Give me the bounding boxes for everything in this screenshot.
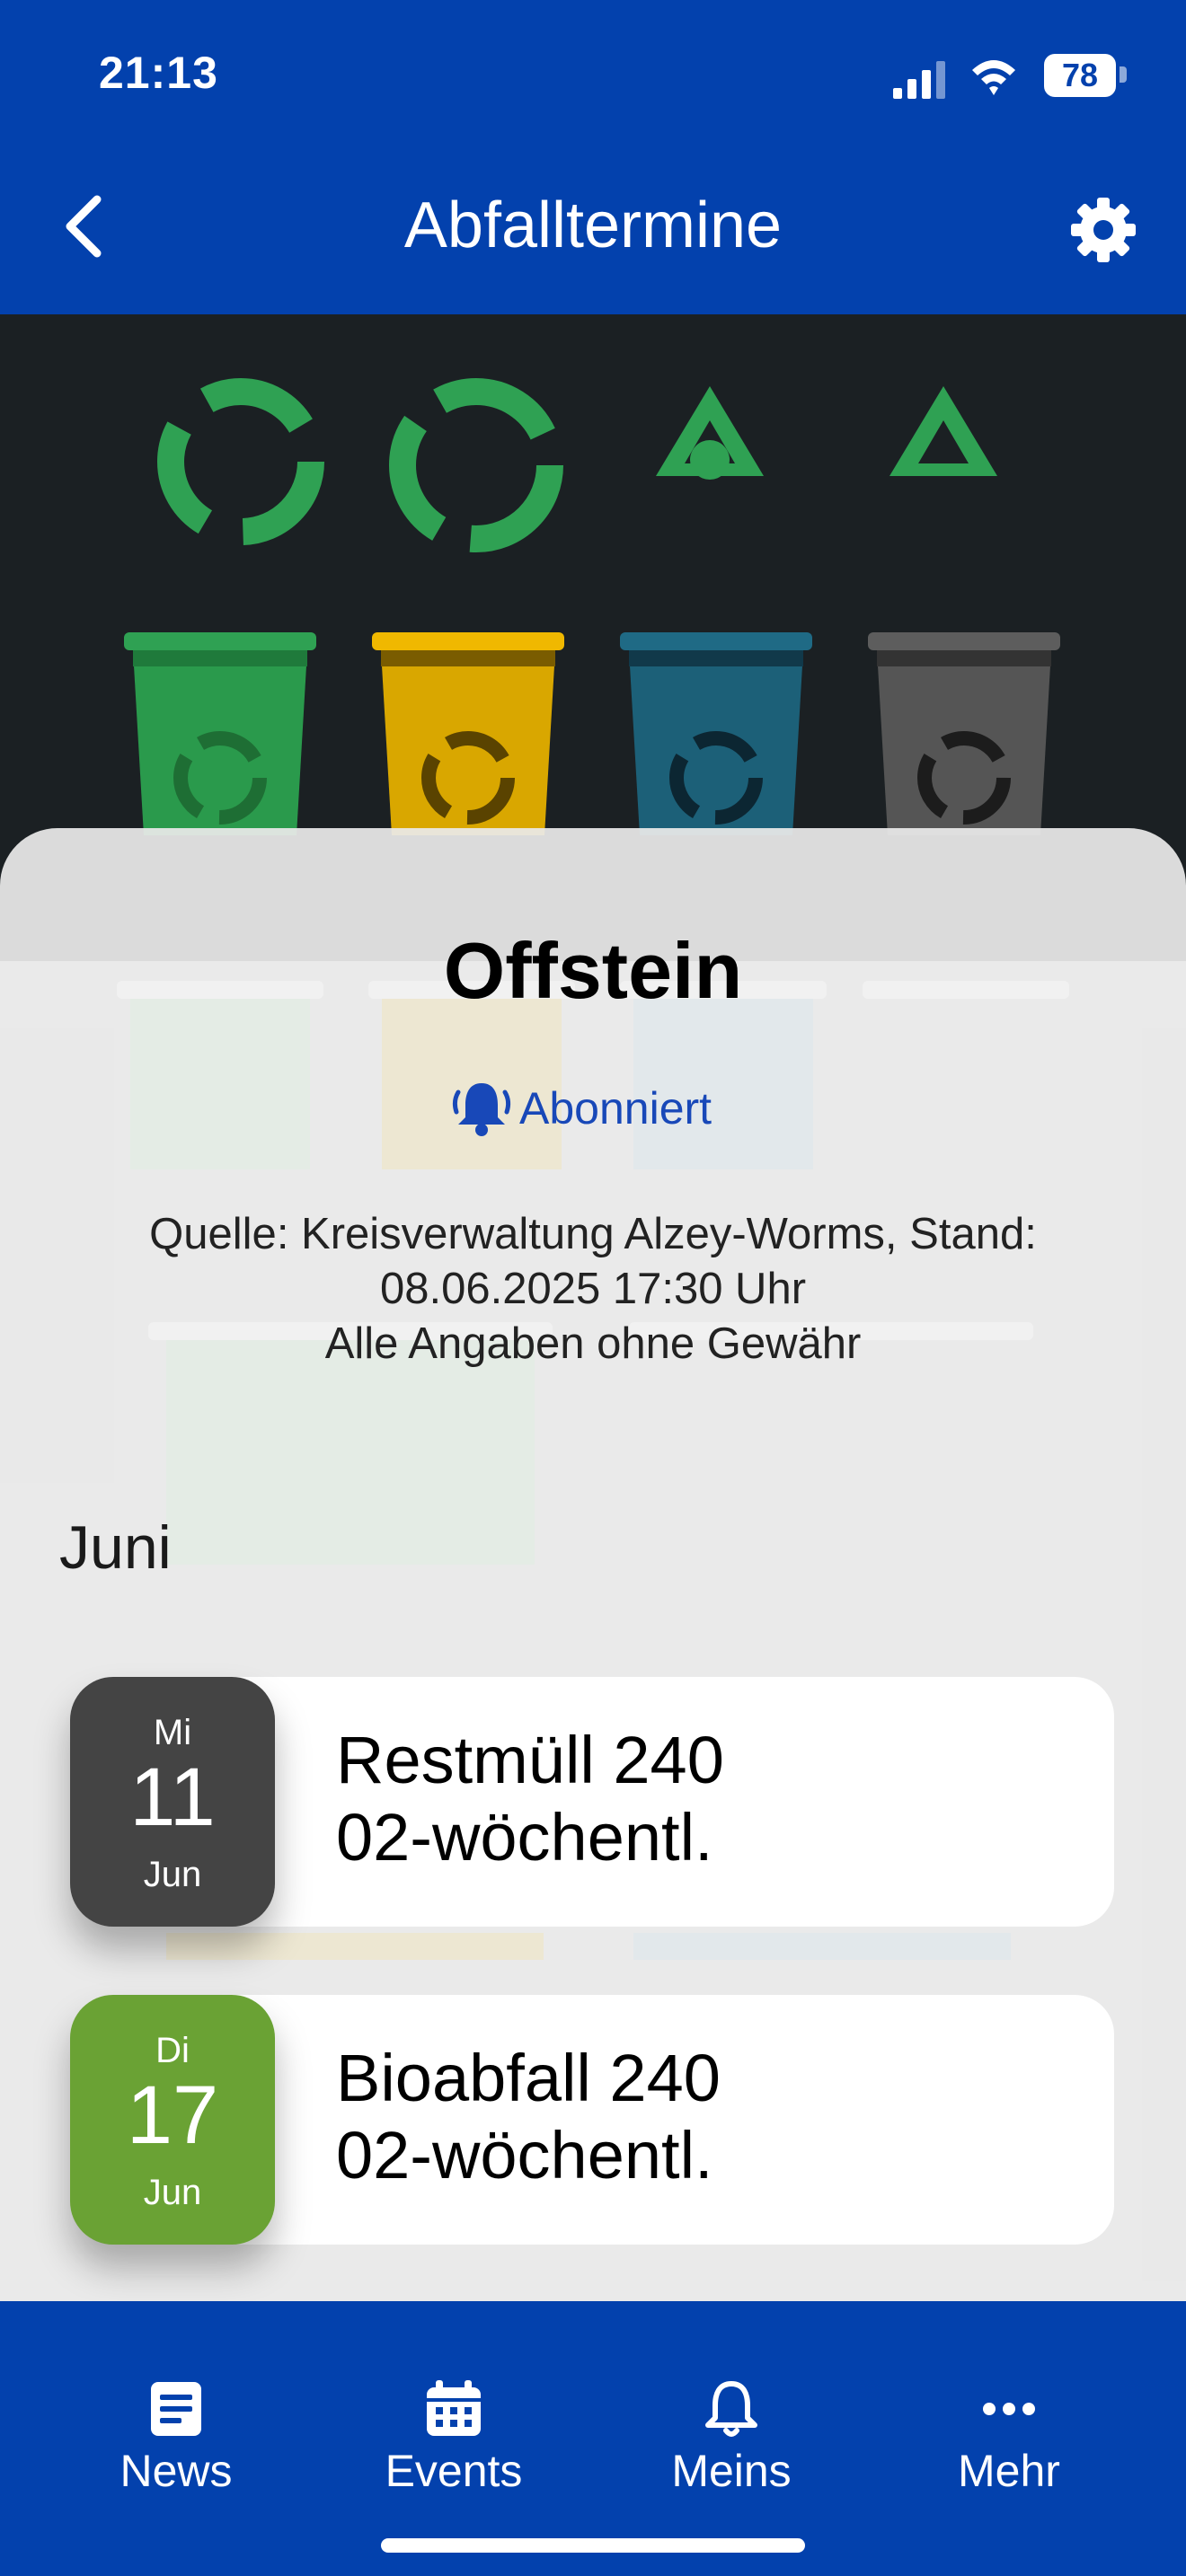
grey-bin — [868, 632, 1060, 835]
bell-ringing-icon — [452, 1083, 511, 1136]
tab-meins[interactable]: Meins — [615, 2301, 848, 2517]
source-info: Quelle: Kreisverwaltung Alzey-Worms, Sta… — [72, 1207, 1114, 1372]
status-time: 21:13 — [99, 48, 218, 98]
event-text: Bioabfall 240 02-wöchentl. — [336, 2040, 721, 2194]
page-title: Abfalltermine — [403, 190, 783, 261]
tab-label: Events — [385, 2446, 523, 2496]
content-sheet: Offstein Abonniert Quelle: Kreisverwaltu… — [0, 828, 1186, 2301]
recycle-icon — [157, 378, 563, 552]
disclaimer: Alle Angaben ohne Gewähr — [324, 1319, 862, 1368]
event-title: Restmüll 240 — [336, 1723, 724, 1797]
top-bar: 21:13 78 Abfalltermine — [0, 0, 1186, 314]
source-date: 08.06.2025 17:30 Uhr — [379, 1265, 807, 1313]
tab-label: Meins — [671, 2446, 792, 2496]
tab-news[interactable]: News — [59, 2301, 293, 2517]
tab-events[interactable]: Events — [337, 2301, 571, 2517]
tab-label: News — [119, 2446, 233, 2496]
blue-bin — [620, 632, 812, 835]
event-text: Restmüll 240 02-wöchentl. — [336, 1722, 724, 1876]
green-bin — [124, 632, 316, 835]
month-heading: Juni — [59, 1513, 172, 1582]
event-title: Bioabfall 240 — [336, 2041, 721, 2115]
more-icon — [983, 2403, 1035, 2415]
date-month: Jun — [143, 2173, 202, 2212]
settings-button[interactable] — [1069, 196, 1137, 264]
home-indicator — [381, 2538, 805, 2553]
bell-icon — [705, 2381, 757, 2437]
date-badge: Di 17 Jun — [70, 1995, 275, 2245]
tab-label: Mehr — [958, 2446, 1060, 2496]
yellow-bin — [372, 632, 564, 835]
battery-cap — [1120, 66, 1127, 83]
date-month: Jun — [143, 1855, 202, 1894]
date-weekday: Di — [155, 2031, 190, 2070]
event-card[interactable]: Di 17 Jun Bioabfall 240 02-wöchentl. — [70, 1995, 1114, 2245]
date-day: 17 — [126, 2069, 219, 2161]
status-icons: 78 — [893, 52, 1127, 102]
gear-icon — [1071, 198, 1136, 262]
date-day: 11 — [129, 1751, 216, 1843]
subscribe-label: Abonniert — [519, 1083, 712, 1134]
tab-mehr[interactable]: Mehr — [892, 2301, 1126, 2517]
battery-indicator: 78 — [1044, 54, 1116, 97]
wifi-icon — [972, 60, 1015, 95]
signal-icon — [893, 61, 945, 99]
recycle-triangle-icon — [656, 386, 997, 480]
location-name: Offstein — [443, 926, 743, 1015]
event-frequency: 02-wöchentl. — [336, 1800, 713, 1875]
calendar-icon — [427, 2380, 481, 2436]
event-frequency: 02-wöchentl. — [336, 2118, 713, 2192]
source-line: Quelle: Kreisverwaltung Alzey-Worms, Sta… — [149, 1210, 1037, 1258]
event-card[interactable]: Mi 11 Jun Restmüll 240 02-wöchentl. — [70, 1677, 1114, 1927]
date-badge: Mi 11 Jun — [70, 1677, 275, 1927]
news-icon — [151, 2382, 201, 2436]
tab-bar: News Events Meins Mehr — [0, 2301, 1186, 2576]
subscribe-button[interactable]: Abonniert — [449, 1072, 712, 1144]
date-weekday: Mi — [153, 1713, 192, 1752]
